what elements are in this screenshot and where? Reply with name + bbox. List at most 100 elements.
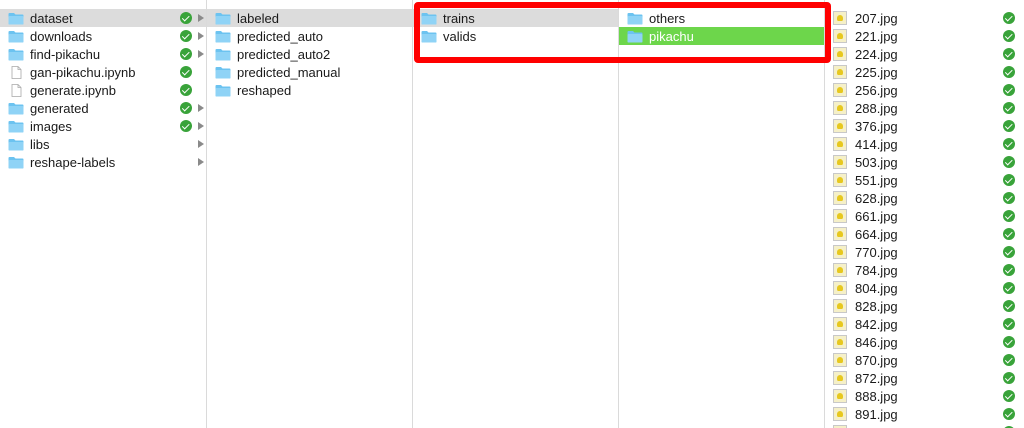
column-root: dataset downloads find-pikachu gan-pikachu.… [0,0,207,428]
folder-row[interactable]: others [619,9,824,27]
folder-row[interactable]: dataset [0,9,206,27]
synced-check-icon [1003,102,1015,114]
file-row[interactable]: 784.jpg [825,261,1024,279]
item-name: predicted_manual [237,64,341,80]
folder-icon [8,156,24,169]
folder-row[interactable]: reshaped [207,81,412,99]
file-row[interactable]: 842.jpg [825,315,1024,333]
synced-check-icon [1003,174,1015,186]
folder-icon [215,48,231,61]
file-row[interactable]: 870.jpg [825,351,1024,369]
chevron-right-icon[interactable] [198,122,204,130]
chevron-right-icon[interactable] [198,32,204,40]
image-thumbnail-icon [833,407,847,421]
image-thumbnail-icon [833,65,847,79]
item-name: libs [30,136,50,152]
synced-check-icon [1003,12,1015,24]
chevron-right-icon[interactable] [198,50,204,58]
file-row[interactable]: 225.jpg [825,63,1024,81]
synced-check-icon [1003,336,1015,348]
synced-check-icon [1003,120,1015,132]
chevron-right-icon[interactable] [198,14,204,22]
folder-row[interactable]: downloads [0,27,206,45]
synced-check-icon [1003,48,1015,60]
item-name: others [649,10,686,26]
synced-check-icon [1003,228,1015,240]
item-name: 842.jpg [855,316,898,332]
folder-icon [215,12,231,25]
file-row[interactable]: 804.jpg [825,279,1024,297]
item-name: 888.jpg [855,388,898,404]
synced-check-icon [180,84,192,96]
image-thumbnail-icon [833,299,847,313]
image-thumbnail-icon [833,263,847,277]
item-name: 870.jpg [855,352,898,368]
image-thumbnail-icon [833,353,847,367]
folder-row[interactable]: predicted_auto2 [207,45,412,63]
file-row[interactable]: 256.jpg [825,81,1024,99]
item-name: labeled [237,10,279,26]
item-name: 784.jpg [855,262,898,278]
folder-row[interactable]: labeled [207,9,412,27]
folder-row[interactable]: valids [413,27,618,45]
folder-row[interactable]: find-pikachu [0,45,206,63]
folder-row[interactable]: generated [0,99,206,117]
file-row[interactable]: 224.jpg [825,45,1024,63]
file-row[interactable]: 503.jpg [825,153,1024,171]
item-name: predicted_auto2 [237,46,331,62]
file-row[interactable]: 551.jpg [825,171,1024,189]
synced-check-icon [1003,372,1015,384]
file-row[interactable]: 846.jpg [825,333,1024,351]
item-name: 804.jpg [855,280,898,296]
column-dataset: labeled predicted_auto predicted_auto2pred… [207,0,413,428]
chevron-right-icon[interactable] [198,104,204,112]
finder-column-browser: dataset downloads find-pikachu gan-pikachu.… [0,0,1024,428]
folder-row[interactable]: reshape-labels [0,153,206,171]
file-row[interactable]: 221.jpg [825,27,1024,45]
folder-icon [627,30,643,43]
synced-check-icon [1003,192,1015,204]
image-thumbnail-icon [833,155,847,169]
file-row[interactable]: 770.jpg [825,243,1024,261]
file-row[interactable]: 414.jpg [825,135,1024,153]
folder-icon [215,84,231,97]
folder-row[interactable]: images [0,117,206,135]
file-row[interactable]: 891.jpg [825,405,1024,423]
folder-icon [8,30,24,43]
item-name: 288.jpg [855,100,898,116]
image-thumbnail-icon [833,83,847,97]
file-row[interactable]: 664.jpg [825,225,1024,243]
file-row[interactable]: 207.jpg [825,9,1024,27]
folder-icon [8,138,24,151]
folder-row[interactable]: pikachu [619,27,824,45]
item-name: 551.jpg [855,172,898,188]
file-row[interactable]: 888.jpg [825,387,1024,405]
column-labeled: trains valids [413,0,619,428]
synced-check-icon [1003,408,1015,420]
file-row[interactable]: 628.jpg [825,189,1024,207]
file-row[interactable]: 828.jpg [825,297,1024,315]
synced-check-icon [180,48,192,60]
item-name: 256.jpg [855,82,898,98]
file-row[interactable]: 872.jpg [825,369,1024,387]
image-thumbnail-icon [833,389,847,403]
chevron-right-icon[interactable] [198,158,204,166]
folder-row[interactable]: trains [413,9,618,27]
synced-check-icon [1003,156,1015,168]
folder-row[interactable]: libs [0,135,206,153]
folder-row[interactable]: predicted_auto [207,27,412,45]
file-row[interactable]: 376.jpg [825,117,1024,135]
chevron-right-icon[interactable] [198,140,204,148]
file-row[interactable]: gan-pikachu.ipynb [0,63,206,81]
column-trains: others pikachu [619,0,825,428]
file-row[interactable]: 288.jpg [825,99,1024,117]
synced-check-icon [180,66,192,78]
synced-check-icon [180,102,192,114]
file-row[interactable]: generate.ipynb [0,81,206,99]
item-name: 872.jpg [855,370,898,386]
folder-row[interactable]: predicted_manual [207,63,412,81]
image-thumbnail-icon [833,335,847,349]
synced-check-icon [1003,318,1015,330]
file-row[interactable]: 661.jpg [825,207,1024,225]
file-row[interactable] [825,423,1024,428]
